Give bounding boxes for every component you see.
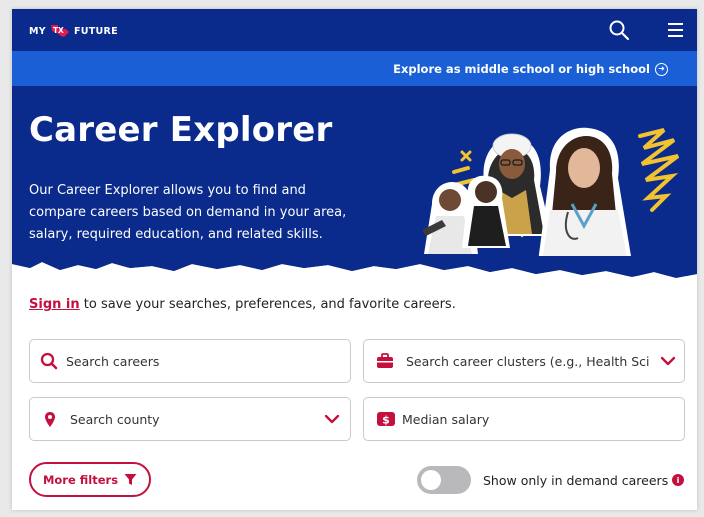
explore-link-label: Explore as middle school or high school <box>393 62 650 76</box>
doctor-photo <box>538 127 632 262</box>
search-icon[interactable] <box>608 19 630 41</box>
logo-text-future: FUTURE <box>73 25 118 37</box>
search-careers-input[interactable]: Search careers <box>29 339 351 383</box>
filter-funnel-icon <box>124 473 137 486</box>
explore-middle-high-school-link[interactable]: Explore as middle school or high school … <box>393 62 668 76</box>
more-filters-label: More filters <box>42 472 119 487</box>
browser-viewport: MY TX FUTURE Explore as middle school or… <box>12 9 697 510</box>
signin-prompt: Sign in to save your searches, preferenc… <box>29 297 456 312</box>
info-icon[interactable]: i <box>672 474 684 486</box>
torn-paper-edge <box>12 256 697 282</box>
search-icon <box>40 352 58 370</box>
search-careers-placeholder: Search careers <box>66 353 160 369</box>
chevron-down-icon <box>660 356 676 366</box>
hero-banner: Career Explorer Our Career Explorer allo… <box>12 86 697 276</box>
toggle-knob <box>421 470 441 490</box>
signin-prompt-text: to save your searches, preferences, and … <box>79 297 456 312</box>
search-county-select[interactable]: Search county <box>29 397 351 441</box>
logo-text-my: MY <box>29 25 46 37</box>
hero-description: Our Career Explorer allows you to find a… <box>29 183 347 242</box>
top-navigation-bar: MY TX FUTURE <box>12 9 697 51</box>
more-filters-button[interactable]: More filters <box>29 462 151 497</box>
in-demand-label: Show only in demand careers <box>483 473 669 488</box>
hero-illustration <box>422 127 680 262</box>
logo-text-tx: TX <box>52 26 64 35</box>
salary-dollar-icon: $ <box>376 410 396 428</box>
audience-switch-bar: Explore as middle school or high school … <box>12 51 697 86</box>
search-clusters-placeholder: Search career clusters (e.g., Health Sci… <box>406 353 650 369</box>
yellow-x-decoration <box>460 150 472 162</box>
arrow-circle-right-icon: ➜ <box>655 62 668 76</box>
median-salary-placeholder: Median salary <box>402 411 490 427</box>
mytxfuture-logo[interactable]: MY TX FUTURE <box>29 23 118 39</box>
page-title: Career Explorer <box>29 110 333 150</box>
map-pin-icon <box>44 411 56 428</box>
search-county-placeholder: Search county <box>70 411 160 427</box>
svg-text:$: $ <box>382 414 390 427</box>
signin-link[interactable]: Sign in <box>29 297 80 312</box>
briefcase-icon <box>376 353 394 369</box>
median-salary-select[interactable]: $ Median salary <box>363 397 685 441</box>
hamburger-menu-icon[interactable] <box>666 20 688 40</box>
in-demand-toggle[interactable] <box>417 466 471 494</box>
chevron-down-icon <box>324 414 340 424</box>
texas-flag-icon: TX <box>49 23 71 39</box>
search-career-clusters-select[interactable]: Search career clusters (e.g., Health Sci… <box>363 339 685 383</box>
